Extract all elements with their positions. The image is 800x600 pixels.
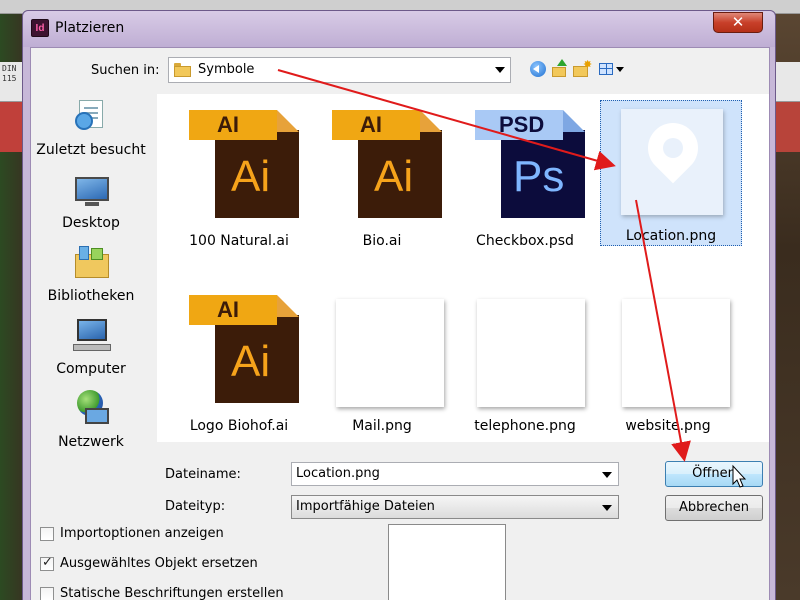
folder-icon — [174, 63, 191, 77]
checkbox-checked[interactable] — [40, 555, 54, 571]
close-button[interactable]: ✕ — [713, 12, 763, 33]
photoshop-file-icon: PSD Ps — [475, 110, 585, 218]
file-list[interactable]: AI Ai 100 Natural.ai AI Ai Bio.ai PSD Ps — [157, 94, 769, 442]
file-glyph: Ps — [513, 152, 565, 201]
views-menu-icon[interactable] — [597, 59, 625, 79]
place-label: Bibliotheken — [47, 288, 135, 304]
background-right-ruler — [776, 62, 800, 102]
place-label: Desktop — [62, 215, 120, 231]
chevron-down-icon — [602, 505, 612, 511]
checkbox[interactable] — [40, 527, 54, 541]
chevron-down-icon[interactable] — [602, 472, 612, 478]
preview-box — [388, 524, 506, 600]
option-label: Importoptionen anzeigen — [60, 526, 224, 541]
background-right-red-area — [776, 102, 800, 152]
file-badge: AI — [360, 112, 382, 137]
file-badge: AI — [217, 297, 239, 322]
file-name: Location.png — [625, 228, 717, 244]
indesign-app-icon: Id — [31, 19, 49, 37]
filetype-select[interactable]: Importfähige Dateien — [291, 495, 619, 519]
file-name: Bio.ai — [362, 233, 402, 249]
network-icon — [73, 390, 111, 428]
place-label: Zuletzt besucht — [36, 142, 146, 158]
place-libraries[interactable]: Bibliotheken — [31, 240, 151, 310]
dialog-body: Suchen in: Symbole ✸ Zuletzt besucht Des… — [30, 47, 770, 600]
file-item[interactable]: AI Ai Logo Biohof.ai — [171, 287, 307, 437]
desktop-icon — [73, 171, 111, 209]
file-item-selected[interactable]: Location.png — [600, 100, 742, 246]
place-computer[interactable]: Computer — [31, 313, 151, 383]
file-name: Checkbox.psd — [476, 233, 574, 249]
open-button[interactable]: Öffnen — [665, 461, 763, 487]
filename-input[interactable]: Location.png — [291, 462, 619, 486]
file-item[interactable]: PSD Ps Checkbox.psd — [457, 102, 593, 252]
filename-label: Dateiname: — [165, 467, 241, 482]
image-thumbnail — [622, 299, 730, 407]
close-icon: ✕ — [731, 13, 745, 31]
look-in-combo[interactable]: Symbole — [168, 57, 511, 83]
dialog-title: Platzieren — [55, 20, 125, 36]
image-thumbnail — [477, 299, 585, 407]
background-ruler: DIN 115 — [0, 62, 22, 102]
file-glyph: Ai — [374, 152, 414, 201]
file-glyph: Ai — [231, 337, 271, 386]
look-in-label: Suchen in: — [91, 63, 160, 78]
file-item[interactable]: AI Ai Bio.ai — [314, 102, 450, 252]
illustrator-file-icon: AI Ai — [189, 110, 299, 218]
illustrator-file-icon: AI Ai — [189, 295, 299, 403]
file-name: website.png — [625, 418, 711, 434]
chevron-down-icon[interactable] — [495, 67, 505, 73]
place-dialog: Id Platzieren ✕ Suchen in: Symbole ✸ Zul… — [22, 10, 776, 600]
place-recent[interactable]: Zuletzt besucht — [31, 94, 151, 164]
file-item[interactable]: website.png — [600, 287, 736, 437]
file-name: telephone.png — [474, 418, 576, 434]
look-in-value: Symbole — [198, 62, 255, 77]
option-label: Statische Beschriftungen erstellen — [60, 586, 284, 600]
image-thumbnail — [336, 299, 444, 407]
dialog-titlebar[interactable]: Id Platzieren ✕ — [23, 11, 775, 47]
file-name: Logo Biohof.ai — [189, 418, 289, 434]
libraries-icon — [73, 244, 111, 282]
filetype-value: Importfähige Dateien — [296, 499, 435, 514]
file-item[interactable]: Mail.png — [314, 287, 450, 437]
filename-value: Location.png — [296, 466, 380, 481]
up-folder-icon[interactable] — [550, 59, 570, 79]
place-label: Netzwerk — [58, 434, 124, 450]
back-icon[interactable] — [528, 59, 548, 79]
option-label: Ausgewähltes Objekt ersetzen — [60, 556, 258, 571]
background-red-area — [0, 102, 22, 152]
places-bar: Zuletzt besucht Desktop Bibliotheken Com… — [31, 94, 151, 450]
file-item[interactable]: AI Ai 100 Natural.ai — [171, 102, 307, 252]
filetype-label: Dateityp: — [165, 499, 226, 514]
location-pin-thumbnail — [621, 109, 723, 215]
place-network[interactable]: Netzwerk — [31, 386, 151, 456]
file-badge: PSD — [499, 112, 545, 137]
file-badge: AI — [217, 112, 239, 137]
checkbox[interactable] — [40, 587, 54, 600]
place-desktop[interactable]: Desktop — [31, 167, 151, 237]
computer-icon — [73, 317, 111, 355]
file-glyph: Ai — [231, 152, 271, 201]
cancel-button[interactable]: Abbrechen — [665, 495, 763, 521]
ruler-text: DIN 115 — [2, 64, 17, 83]
file-item[interactable]: telephone.png — [457, 287, 593, 437]
file-name: 100 Natural.ai — [189, 233, 289, 249]
recent-places-icon — [73, 98, 111, 136]
file-name: Mail.png — [352, 418, 412, 434]
app-icon-text: Id — [35, 23, 45, 34]
illustrator-file-icon: AI Ai — [332, 110, 442, 218]
place-label: Computer — [56, 361, 126, 377]
new-folder-icon[interactable]: ✸ — [572, 59, 592, 79]
